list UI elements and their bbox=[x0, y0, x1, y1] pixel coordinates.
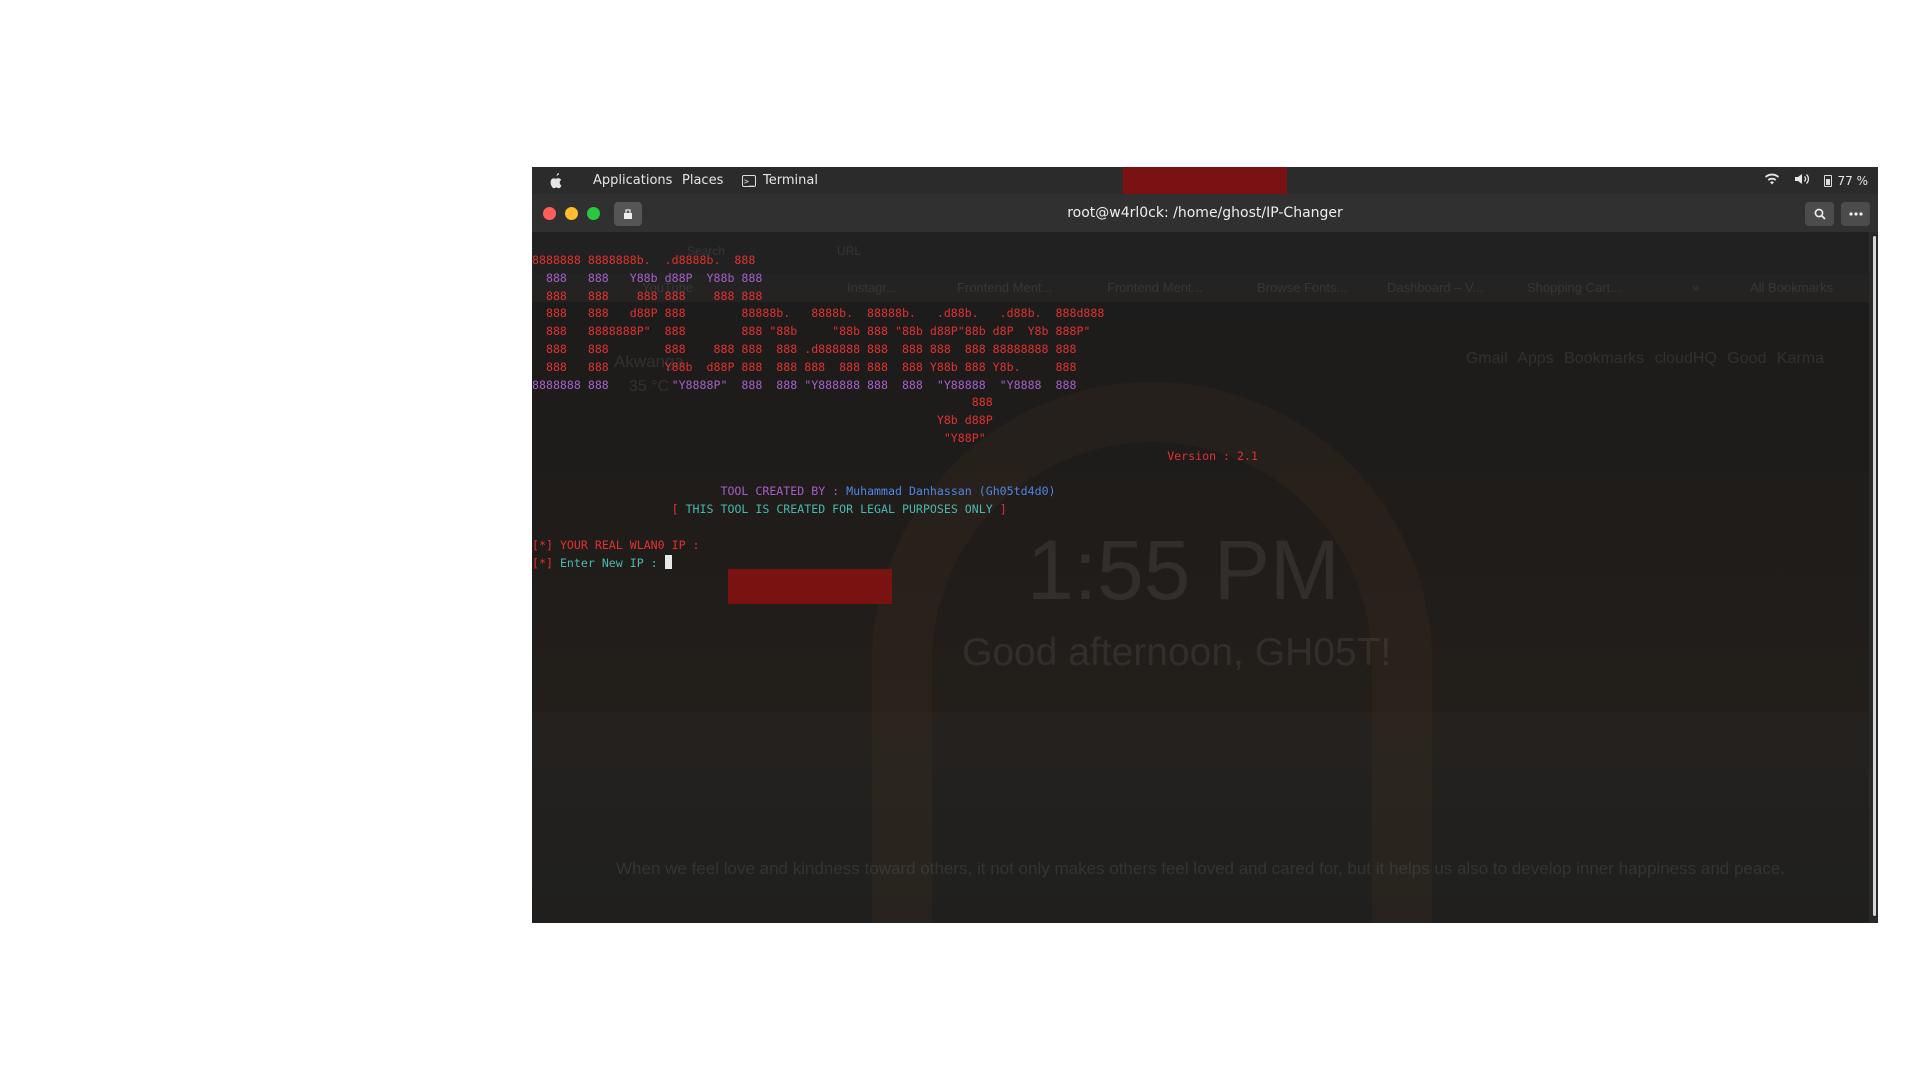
battery-icon[interactable] bbox=[1823, 174, 1832, 187]
banner-line: 888 888 888 888 888 888 .d888888 888 888… bbox=[532, 341, 1077, 356]
terminal-menu-label: Terminal bbox=[763, 173, 818, 188]
banner-line: 888 888 Y88b d88P 888 888 888 888 888 88… bbox=[532, 359, 1077, 374]
bookmark-item: Dashboard – V... bbox=[1387, 280, 1484, 295]
version-text: Version : 2.1 bbox=[1167, 448, 1258, 463]
more-icon bbox=[1848, 212, 1863, 216]
search-icon bbox=[1814, 208, 1826, 220]
author-name: Muhammad Danhassan (Gh05td4d0) bbox=[846, 484, 1056, 499]
terminal-output: 8888888 8888888b. .d8888b. 888 888 888 Y… bbox=[532, 252, 1258, 572]
version-line: Version : 2.1 bbox=[532, 449, 1258, 463]
banner-line: 888 bbox=[532, 395, 993, 410]
wifi-icon[interactable] bbox=[1764, 173, 1780, 189]
banner-line: 888 888 888 888 888 888 bbox=[532, 288, 763, 303]
banner-line: "Y88P" bbox=[532, 430, 986, 445]
maximize-window-button[interactable] bbox=[587, 207, 600, 220]
volume-icon[interactable] bbox=[1794, 173, 1810, 189]
background-links: Gmail Apps Bookmarks cloudHQ Good Karma bbox=[1465, 350, 1824, 367]
new-ip-line: [*] Enter New IP : bbox=[532, 554, 672, 570]
bookmark-item: Browse Fonts... bbox=[1257, 280, 1348, 295]
close-window-button[interactable] bbox=[543, 207, 556, 220]
places-menu[interactable]: Places bbox=[682, 167, 723, 194]
applications-menu[interactable]: Applications bbox=[593, 167, 672, 194]
banner-line: 888 888 d88P 888 88888b. 8888b. 88888b. … bbox=[532, 306, 1105, 321]
background-quote: When we feel love and kindness toward ot… bbox=[616, 859, 1785, 878]
legal-bracket-open: [ bbox=[671, 502, 679, 517]
real-ip-label: YOUR REAL WLAN0 IP : bbox=[559, 537, 700, 552]
real-ip-line: [*] YOUR REAL WLAN0 IP : bbox=[532, 538, 700, 552]
credits-line: TOOL CREATED BY : Muhammad Danhassan (Gh… bbox=[532, 484, 1056, 499]
minimize-window-button[interactable] bbox=[565, 207, 578, 220]
text-cursor bbox=[664, 554, 672, 569]
terminal-viewport[interactable]: Search URL YouTube Instagr... Frontend M… bbox=[532, 232, 1869, 923]
new-tab-button[interactable] bbox=[614, 202, 642, 226]
prompt-marker: [*] bbox=[532, 537, 553, 552]
bookmark-overflow: » bbox=[1692, 280, 1700, 295]
terminal-app-menu[interactable]: >_ Terminal bbox=[742, 167, 818, 194]
created-by-label: TOOL CREATED BY : bbox=[720, 484, 840, 499]
real-ip-redacted-block bbox=[728, 569, 892, 604]
window-title: root@w4rl0ck: /home/ghost/IP-Changer bbox=[1067, 205, 1343, 221]
bookmark-item: Shopping Cart... bbox=[1527, 280, 1621, 295]
system-tray: 77 % bbox=[1764, 167, 1869, 194]
banner-line: 888 888 Y88b d88P Y88b 888 bbox=[532, 270, 763, 285]
legal-bracket-close: ] bbox=[999, 502, 1007, 517]
window-title-bar: root@w4rl0ck: /home/ghost/IP-Changer bbox=[532, 194, 1878, 232]
terminal-menu-button[interactable] bbox=[1841, 202, 1870, 226]
apple-icon[interactable] bbox=[548, 167, 566, 194]
terminal-icon: >_ bbox=[742, 174, 756, 187]
legal-notice: THIS TOOL IS CREATED FOR LEGAL PURPOSES … bbox=[685, 502, 993, 517]
banner-line: Y8b d88P bbox=[532, 413, 993, 428]
banner-line: 8888888 8888888b. .d8888b. 888 bbox=[532, 253, 756, 267]
battery-percent: 77 % bbox=[1837, 173, 1869, 188]
system-top-panel: Applications Places >_ Terminal 77 % bbox=[532, 167, 1878, 198]
desktop-screen: Applications Places >_ Terminal 77 % roo… bbox=[532, 167, 1878, 923]
new-ip-label: Enter New IP : bbox=[559, 555, 658, 570]
ascii-banner: 8888888 8888888b. .d8888b. 888 888 888 Y… bbox=[532, 253, 1104, 445]
terminal-scrollbar[interactable] bbox=[1869, 232, 1878, 923]
banner-line: 888 8888888P" 888 888 "88b "88b 888 "88b… bbox=[532, 324, 1091, 339]
bookmark-item: All Bookmarks bbox=[1750, 280, 1834, 295]
banner-line: 8888888 888 "Y8888P" 888 888 "Y888888 88… bbox=[532, 377, 1077, 392]
background-greeting: Good afternoon, GH05T! bbox=[962, 631, 1392, 674]
new-tab-icon bbox=[624, 209, 632, 219]
terminal-search-button[interactable] bbox=[1805, 202, 1834, 226]
prompt-marker: [*] bbox=[532, 555, 553, 570]
scrollbar-thumb[interactable] bbox=[1873, 236, 1876, 916]
legal-line: [ THIS TOOL IS CREATED FOR LEGAL PURPOSE… bbox=[532, 502, 1007, 516]
